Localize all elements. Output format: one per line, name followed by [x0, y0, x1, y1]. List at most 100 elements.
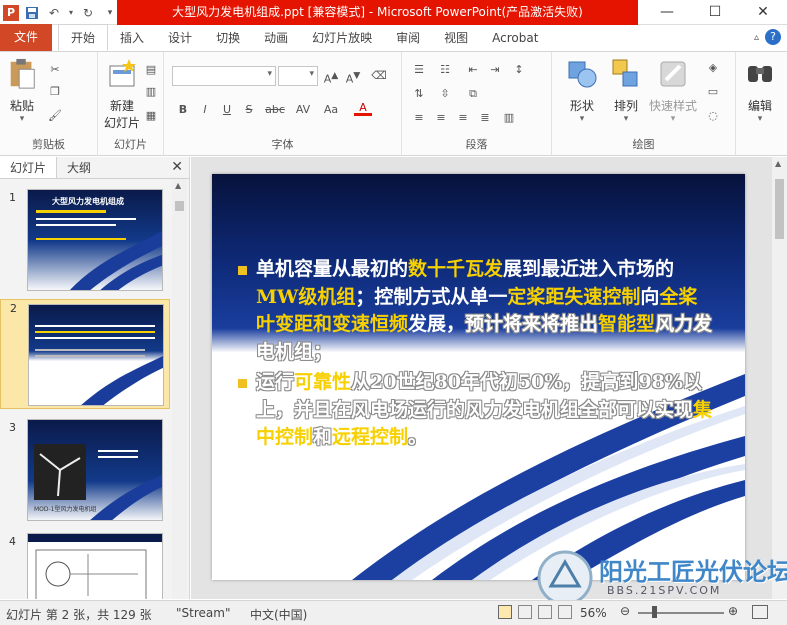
increase-indent-icon[interactable]: ⇥: [486, 62, 504, 78]
group-editing: 编辑 ▾: [736, 52, 787, 156]
close-button[interactable]: ✕: [739, 0, 787, 25]
slide-editor-scrollbar[interactable]: ▲: [772, 157, 787, 599]
slideshow-view-icon[interactable]: [558, 605, 572, 619]
clear-format-icon[interactable]: ⌫: [370, 68, 388, 84]
columns-icon[interactable]: ▥: [500, 110, 518, 126]
zoom-slider-thumb[interactable]: [652, 606, 657, 618]
scroll-up-icon[interactable]: ▲: [775, 159, 781, 168]
new-slide-button[interactable]: 新建 幻灯片: [100, 58, 144, 131]
justify-icon[interactable]: ≣: [476, 110, 494, 126]
fit-to-window-icon[interactable]: [752, 605, 768, 619]
powerpoint-app-icon[interactable]: P: [3, 4, 19, 21]
slide-thumbnail-1[interactable]: 1 大型风力发电机组成: [0, 189, 170, 299]
line-spacing-icon[interactable]: ↕: [510, 62, 528, 78]
italic-button[interactable]: I: [196, 102, 214, 118]
slide-thumbnail-4[interactable]: 4: [0, 533, 170, 599]
tab-review[interactable]: 审阅: [384, 25, 432, 51]
section-icon[interactable]: ▦: [142, 108, 160, 124]
zoom-out-icon[interactable]: ⊖: [620, 604, 630, 618]
save-icon[interactable]: [23, 4, 41, 22]
tab-outline-pane[interactable]: 大纲: [57, 157, 101, 178]
char-spacing-button[interactable]: AV: [292, 102, 314, 118]
zoom-slider[interactable]: [638, 612, 724, 614]
tab-animations[interactable]: 动画: [252, 25, 300, 51]
copy-icon[interactable]: ❐: [46, 84, 64, 100]
align-left-icon[interactable]: ≡: [410, 110, 428, 126]
quick-styles-button[interactable]: 快速样式 ▾: [648, 58, 698, 124]
tab-home[interactable]: 开始: [58, 24, 109, 51]
binoculars-icon: [748, 66, 772, 82]
group-label-font: 字体: [271, 138, 294, 151]
bold-button[interactable]: B: [174, 102, 192, 118]
new-slide-icon: [109, 59, 136, 87]
layout-icon[interactable]: ▤: [142, 62, 160, 78]
bullet-2: 运行可靠性从20世纪80年代初50%，提高到98%以上，并且在风电场运行的风力发…: [236, 369, 716, 452]
tab-design[interactable]: 设计: [156, 25, 204, 51]
shape-effects-icon[interactable]: ◌: [704, 108, 722, 124]
close-pane-icon[interactable]: ✕: [171, 159, 183, 175]
zoom-in-icon[interactable]: ⊕: [728, 604, 738, 618]
shape-outline-icon[interactable]: ▭: [704, 84, 722, 100]
font-name-dropdown[interactable]: [172, 66, 276, 86]
arrange-button[interactable]: 排列 ▾: [606, 58, 646, 124]
strike-button[interactable]: S: [240, 102, 258, 118]
group-paragraph: ☰ ☷ ⇤ ⇥ ↕ ⇅ ⇳ ⧉ ≡ ≡ ≡ ≣ ▥ 段落: [402, 52, 552, 156]
tab-insert[interactable]: 插入: [108, 25, 156, 51]
tab-slideshow[interactable]: 幻灯片放映: [300, 25, 384, 51]
align-text-icon[interactable]: ⇳: [436, 86, 454, 102]
tab-view[interactable]: 视图: [432, 25, 480, 51]
language-status[interactable]: 中文(中国): [250, 606, 307, 623]
change-case-button[interactable]: Aa: [320, 102, 342, 118]
reading-view-icon[interactable]: [538, 605, 552, 619]
decrease-indent-icon[interactable]: ⇤: [464, 62, 482, 78]
smartart-icon[interactable]: ⧉: [464, 86, 482, 102]
slide-sorter-icon[interactable]: [518, 605, 532, 619]
slides-pane-scrollbar[interactable]: ▲: [172, 179, 187, 599]
paste-button[interactable]: 粘贴 ▾: [4, 58, 40, 124]
shrink-font-icon[interactable]: A▼: [344, 68, 362, 86]
numbering-icon[interactable]: ☷: [436, 62, 454, 78]
slide-body-text[interactable]: 单机容量从最初的数十千瓦发展到最近进入市场的MW级机组；控制方式从单一定桨距失速…: [236, 256, 716, 455]
redo-icon[interactable]: ↻: [79, 4, 97, 22]
ribbon: 粘贴 ▾ ✂ ❐ 🖌 剪贴板 新建 幻灯片 ▤ ▥ ▦ 幻灯片 A▲ A▼ ⌫: [0, 52, 787, 156]
slide-editor: 单机容量从最初的数十千瓦发展到最近进入市场的MW级机组；控制方式从单一定桨距失速…: [191, 157, 772, 599]
scroll-thumb[interactable]: [175, 201, 184, 211]
slide-thumbnail-2[interactable]: 2: [0, 299, 170, 409]
group-label-paragraph: 段落: [465, 138, 488, 151]
minimize-button[interactable]: —: [643, 0, 691, 25]
minimize-ribbon-icon[interactable]: ▵: [754, 32, 759, 43]
group-label-slides: 幻灯片: [114, 138, 147, 151]
font-color-button[interactable]: A: [354, 100, 372, 116]
format-painter-icon[interactable]: 🖌: [46, 108, 64, 124]
tab-file[interactable]: 文件: [0, 24, 53, 51]
slide-thumbnail-3[interactable]: 3 MOD-1型风力发电机组: [0, 419, 170, 529]
quick-styles-icon: [660, 61, 686, 87]
align-center-icon[interactable]: ≡: [432, 110, 450, 126]
bullets-icon[interactable]: ☰: [410, 62, 428, 78]
shapes-button[interactable]: 形状 ▾: [562, 58, 602, 124]
reset-icon[interactable]: ▥: [142, 84, 160, 100]
undo-dropdown-icon[interactable]: ▾: [67, 4, 75, 22]
slide-4-preview: [28, 534, 162, 599]
tab-transitions[interactable]: 切换: [204, 25, 252, 51]
tab-acrobat[interactable]: Acrobat: [480, 25, 550, 51]
title-bar: P ↶ ▾ ↻ ▾ 大型风力发电机组成.ppt [兼容模式] - Microso…: [0, 0, 787, 25]
maximize-button[interactable]: ☐: [691, 0, 739, 25]
normal-view-icon[interactable]: [498, 605, 512, 619]
align-right-icon[interactable]: ≡: [454, 110, 472, 126]
editing-button[interactable]: 编辑 ▾: [740, 58, 780, 124]
tab-slides-pane[interactable]: 幻灯片: [0, 157, 58, 178]
text-direction-icon[interactable]: ⇅: [410, 86, 428, 102]
help-icon[interactable]: ?: [765, 29, 781, 45]
undo-icon[interactable]: ↶: [45, 4, 63, 22]
shape-fill-icon[interactable]: ◈: [704, 60, 722, 76]
underline-button[interactable]: U: [218, 102, 236, 118]
grow-font-icon[interactable]: A▲: [322, 68, 340, 86]
scroll-thumb[interactable]: [775, 179, 784, 239]
scroll-up-icon[interactable]: ▲: [175, 181, 181, 190]
cut-icon[interactable]: ✂: [46, 62, 64, 78]
current-slide[interactable]: 单机容量从最初的数十千瓦发展到最近进入市场的MW级机组；控制方式从单一定桨距失速…: [212, 174, 745, 580]
zoom-level[interactable]: 56%: [580, 606, 607, 620]
font-size-dropdown[interactable]: [278, 66, 318, 86]
shadow-button[interactable]: abc: [262, 102, 288, 118]
